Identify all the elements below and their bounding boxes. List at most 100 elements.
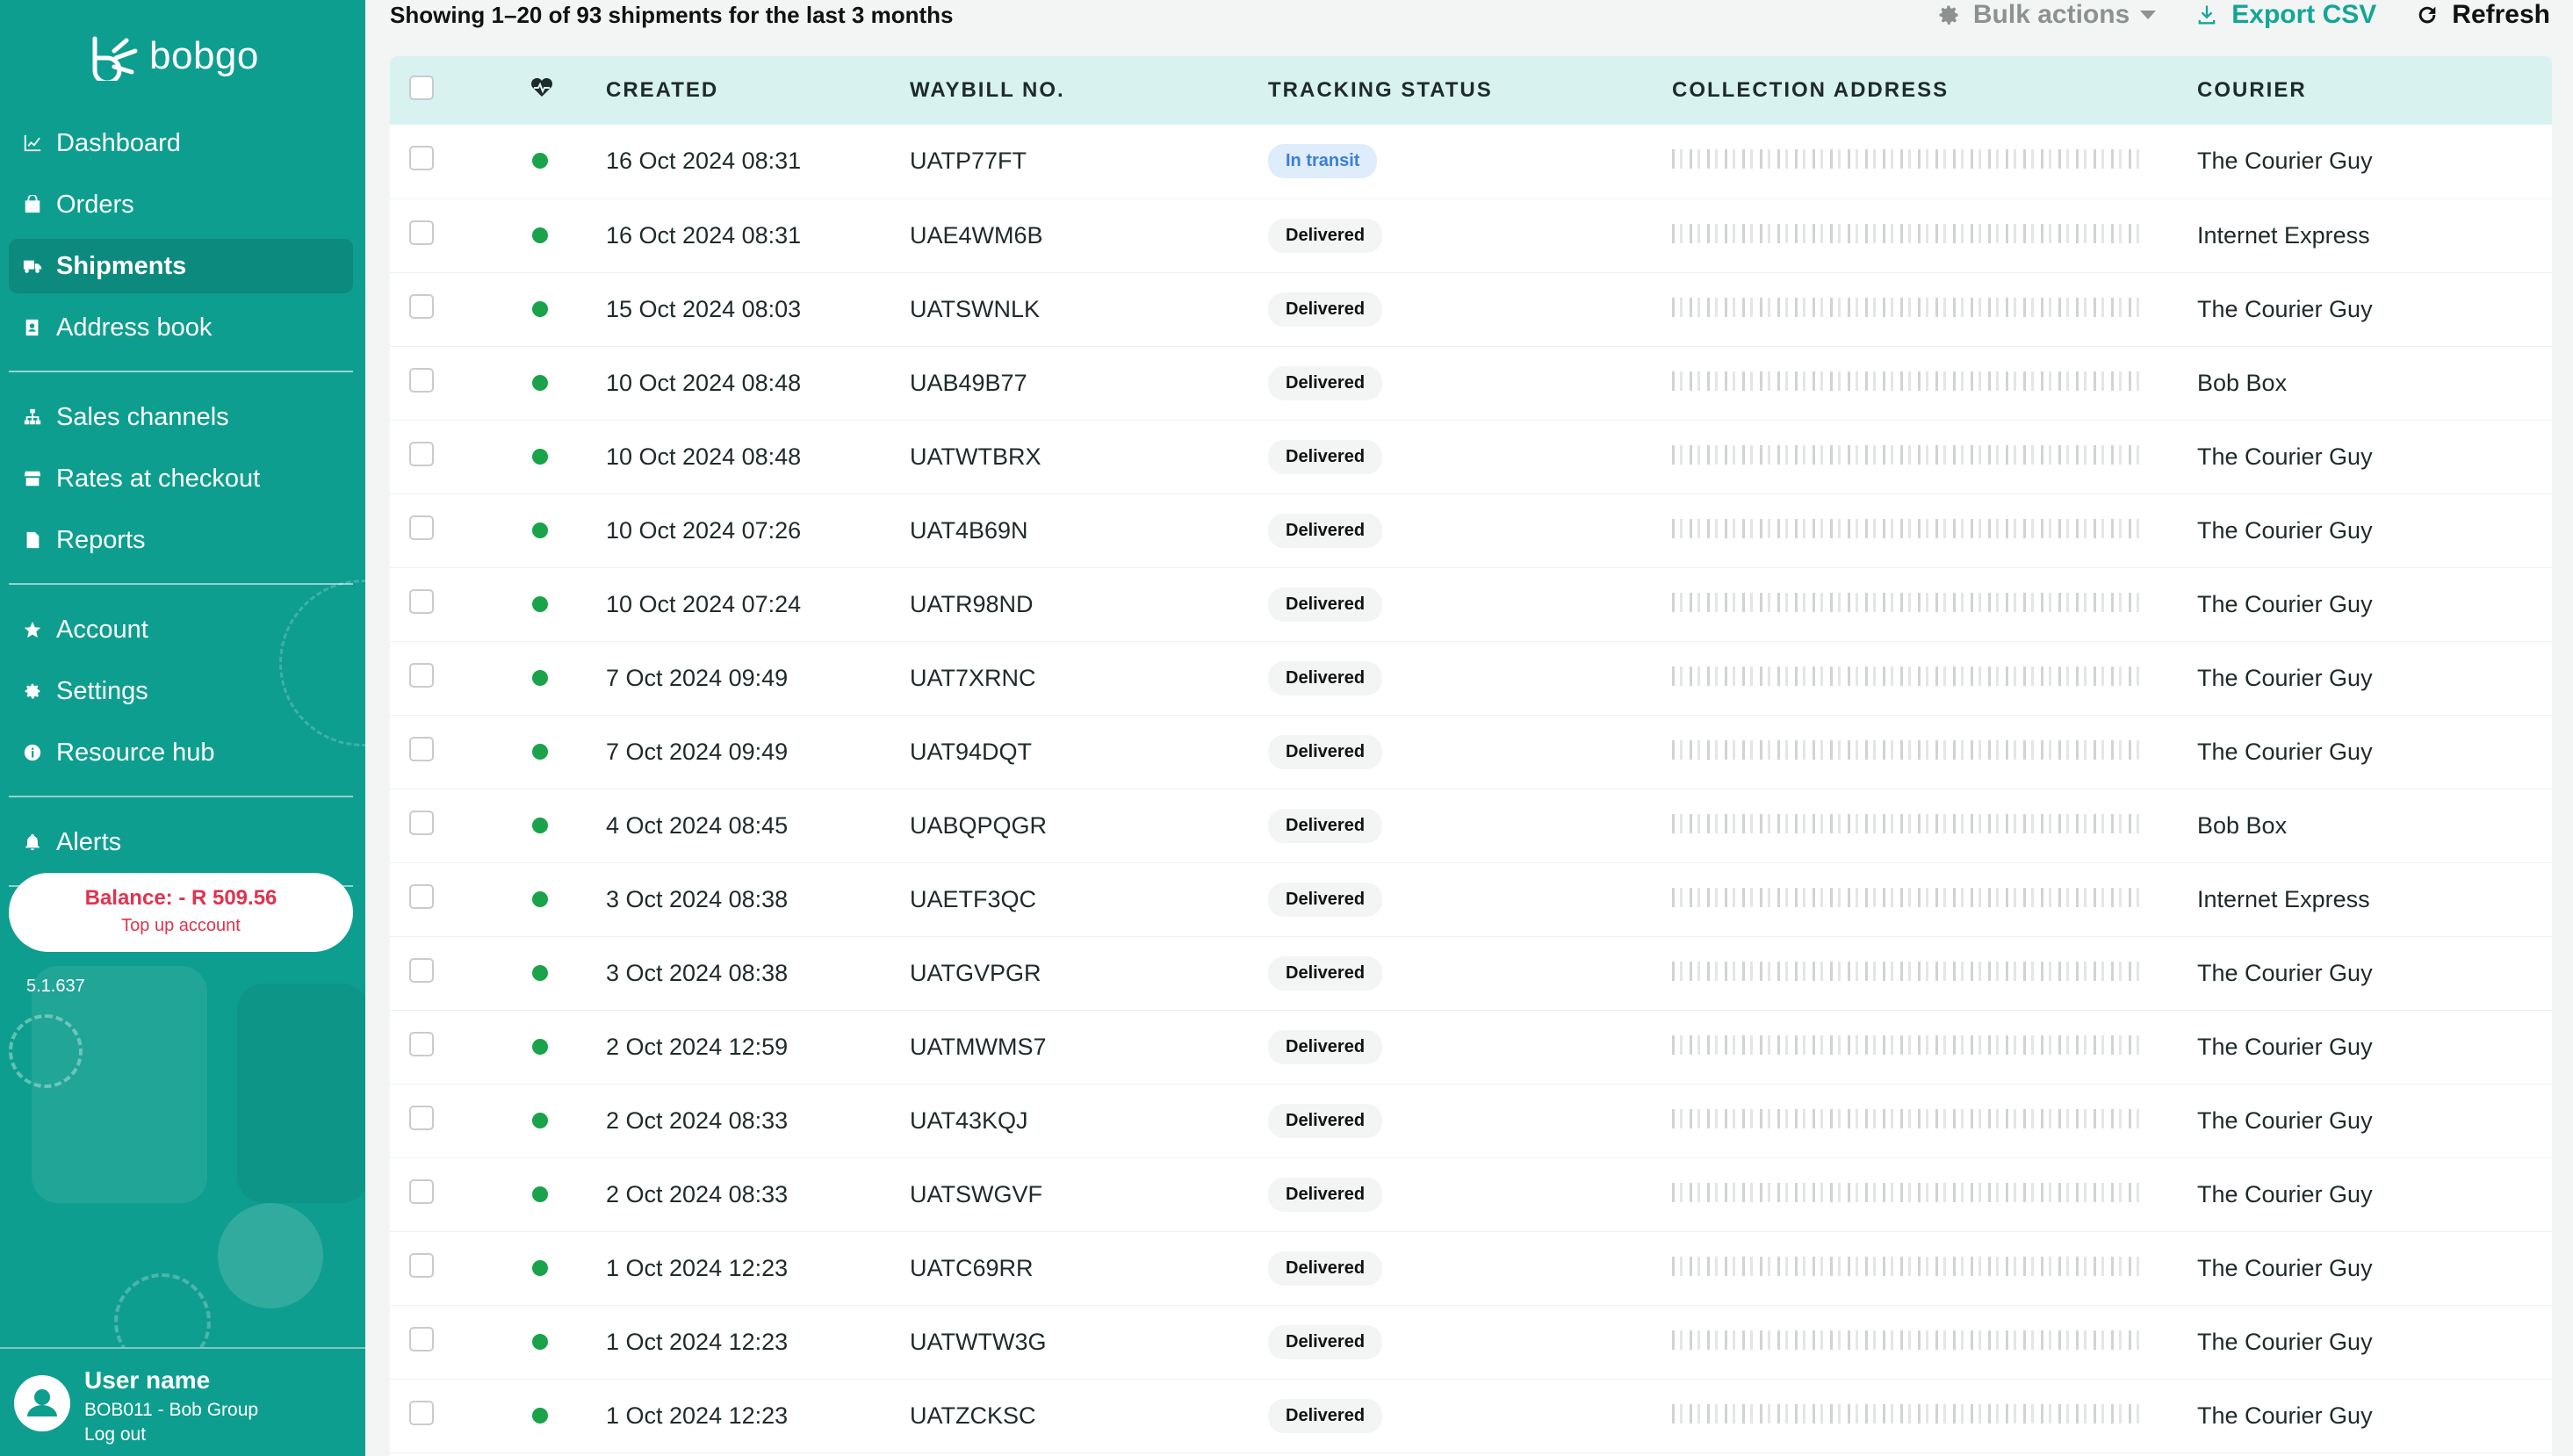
table-row[interactable]: 10 Oct 2024 08:48 UAB49B77 Delivered Bob Bo…: [390, 346, 2552, 420]
row-checkbox[interactable]: [409, 736, 434, 761]
waybill-cell[interactable]: UATWTBRX: [910, 420, 1268, 494]
row-checkbox[interactable]: [409, 146, 434, 171]
table-row[interactable]: 2 Oct 2024 08:33 UAT43KQJ Delivered The Cou…: [390, 1084, 2552, 1157]
row-select-cell: [390, 1305, 451, 1379]
app-logo[interactable]: bobgo: [88, 32, 259, 81]
row-checkbox[interactable]: [409, 293, 434, 319]
table-row[interactable]: 1 Oct 2024 12:23 UATWTW3G Delivered The Cou…: [390, 1305, 2552, 1379]
table-row[interactable]: 1 Oct 2024 12:23 UATC69RR Delivered The Cou…: [390, 1231, 2552, 1305]
table-row[interactable]: 2 Oct 2024 08:33 UATSWGVF Delivered The Cou…: [390, 1157, 2552, 1231]
table-row[interactable]: 3 Oct 2024 08:38 UAETF3QC Delivered Interne…: [390, 862, 2552, 936]
status-dot: [532, 522, 548, 538]
table-row[interactable]: 10 Oct 2024 08:48 UATWTBRX Delivered The Co…: [390, 420, 2552, 494]
waybill-cell[interactable]: UATZCKSC: [910, 1379, 1268, 1452]
table-row[interactable]: 7 Oct 2024 09:49 UAT7XRNC Delivered The Cou…: [390, 641, 2552, 715]
status-dot: [532, 890, 548, 907]
sidebar-item-address-book[interactable]: Address book: [9, 300, 353, 355]
row-checkbox[interactable]: [409, 810, 434, 835]
user-organisation: BOB011 - Bob Group: [84, 1400, 259, 1420]
waybill-cell[interactable]: UAT94DQT: [910, 715, 1268, 789]
courier-cell: The Courier Guy: [2197, 295, 2373, 322]
table-row[interactable]: 16 Oct 2024 08:31 UAE4WM6B Delivered Intern…: [390, 198, 2552, 272]
sidebar-item-resource-hub[interactable]: Resource hub: [9, 725, 353, 780]
tracking-status-cell: Delivered: [1268, 494, 1672, 567]
sidebar-item-orders[interactable]: Orders: [9, 177, 353, 232]
courier-cell: The Courier Guy: [2197, 1254, 2373, 1281]
sidebar-item-sales-channels[interactable]: Sales channels: [9, 390, 353, 444]
header-waybill[interactable]: WAYBILL NO.: [910, 56, 1268, 125]
export-csv-button[interactable]: Export CSV: [2195, 0, 2376, 30]
courier-cell: The Courier Guy: [2197, 443, 2373, 470]
balance-card[interactable]: Balance: - R 509.56 Top up account: [9, 873, 353, 952]
waybill-cell[interactable]: UATSWNLK: [910, 272, 1268, 346]
redacted-address: [1672, 371, 2146, 391]
row-checkbox[interactable]: [409, 1326, 434, 1351]
table-row[interactable]: 4 Oct 2024 08:45 UABQPQGR Delivered Bob Box: [390, 789, 2552, 862]
header-collection-address[interactable]: COLLECTION ADDRESS: [1672, 56, 2197, 125]
row-checkbox[interactable]: [409, 367, 434, 393]
row-checkbox[interactable]: [409, 588, 434, 614]
waybill-cell[interactable]: UATP77FT: [910, 125, 1268, 198]
table-row[interactable]: 16 Oct 2024 08:31 UATP77FT In transit The C…: [390, 125, 2552, 198]
top-up-link[interactable]: Top up account: [9, 916, 353, 936]
table-row[interactable]: 10 Oct 2024 07:24 UATR98ND Delivered The Co…: [390, 567, 2552, 641]
logout-link[interactable]: Log out: [84, 1424, 146, 1445]
row-checkbox[interactable]: [409, 1031, 434, 1056]
sidebar-item-account[interactable]: Account: [9, 602, 353, 657]
sidebar-item-settings[interactable]: Settings: [9, 664, 353, 718]
waybill-cell[interactable]: UAT7XRNC: [910, 641, 1268, 715]
table-row[interactable]: 2 Oct 2024 12:59 UATMWMS7 Delivered The Cou…: [390, 1010, 2552, 1084]
table-row[interactable]: 10 Oct 2024 07:26 UAT4B69N Delivered The Co…: [390, 494, 2552, 567]
sidebar-item-dashboard[interactable]: Dashboard: [9, 116, 353, 170]
row-checkbox[interactable]: [409, 1400, 434, 1425]
row-select-cell: [390, 1010, 451, 1084]
sidebar-divider: [9, 371, 353, 372]
row-select-cell: [390, 346, 451, 420]
row-checkbox[interactable]: [409, 883, 434, 909]
table-row[interactable]: 15 Oct 2024 08:03 UATSWNLK Delivered The Co…: [390, 272, 2552, 346]
waybill-cell[interactable]: UAT4B69N: [910, 494, 1268, 567]
refresh-button[interactable]: Refresh: [2415, 0, 2550, 30]
table-row[interactable]: 3 Oct 2024 08:38 UATGVPGR Delivered The Cou…: [390, 936, 2552, 1010]
sidebar-item-alerts[interactable]: Alerts: [9, 815, 353, 869]
row-checkbox[interactable]: [409, 441, 434, 466]
waybill-cell[interactable]: UAE4WM6B: [910, 198, 1268, 272]
waybill-cell[interactable]: UATGVPGR: [910, 936, 1268, 1010]
sidebar-item-label: Address book: [56, 313, 213, 342]
row-checkbox[interactable]: [409, 1252, 434, 1278]
bulk-actions-button[interactable]: Bulk actions: [1936, 0, 2157, 30]
decorative-shape: [237, 984, 365, 1203]
header-tracking-status[interactable]: TRACKING STATUS: [1268, 56, 1672, 125]
table-row[interactable]: 7 Oct 2024 09:49 UAT94DQT Delivered The Cou…: [390, 715, 2552, 789]
status-badge: Delivered: [1268, 439, 1383, 474]
row-checkbox[interactable]: [409, 1178, 434, 1204]
waybill-cell[interactable]: UATR98ND: [910, 567, 1268, 641]
select-all-checkbox[interactable]: [409, 75, 434, 100]
waybill-cell[interactable]: UAT43KQJ: [910, 1084, 1268, 1157]
row-checkbox[interactable]: [409, 515, 434, 540]
health-cell: [451, 789, 606, 862]
sidebar-item-reports[interactable]: Reports: [9, 513, 353, 567]
created-cell: 15 Oct 2024 08:03: [606, 295, 802, 322]
row-checkbox[interactable]: [409, 662, 434, 688]
waybill-cell[interactable]: UABQPQGR: [910, 789, 1268, 862]
sidebar-item-rates-at-checkout[interactable]: Rates at checkout: [9, 451, 353, 506]
header-courier[interactable]: COURIER: [2197, 56, 2552, 125]
bulk-actions-label: Bulk actions: [1972, 0, 2130, 29]
tracking-status-cell: Delivered: [1268, 1084, 1672, 1157]
waybill-cell[interactable]: UATMWMS7: [910, 1010, 1268, 1084]
row-checkbox[interactable]: [409, 220, 434, 245]
header-created[interactable]: CREATED: [606, 56, 910, 125]
status-dot: [532, 300, 548, 317]
waybill-cell[interactable]: UAETF3QC: [910, 862, 1268, 936]
row-checkbox[interactable]: [409, 1105, 434, 1130]
waybill-cell[interactable]: UATC69RR: [910, 1231, 1268, 1305]
waybill-cell[interactable]: UATSWGVF: [910, 1157, 1268, 1231]
document-icon: [21, 529, 44, 551]
waybill-cell[interactable]: UAB49B77: [910, 346, 1268, 420]
sidebar-item-shipments[interactable]: Shipments: [9, 239, 353, 293]
avatar[interactable]: [14, 1375, 70, 1431]
row-checkbox[interactable]: [409, 957, 434, 983]
table-row[interactable]: 1 Oct 2024 12:23 UATZCKSC Delivered The Cou…: [390, 1379, 2552, 1452]
waybill-cell[interactable]: UATWTW3G: [910, 1305, 1268, 1379]
